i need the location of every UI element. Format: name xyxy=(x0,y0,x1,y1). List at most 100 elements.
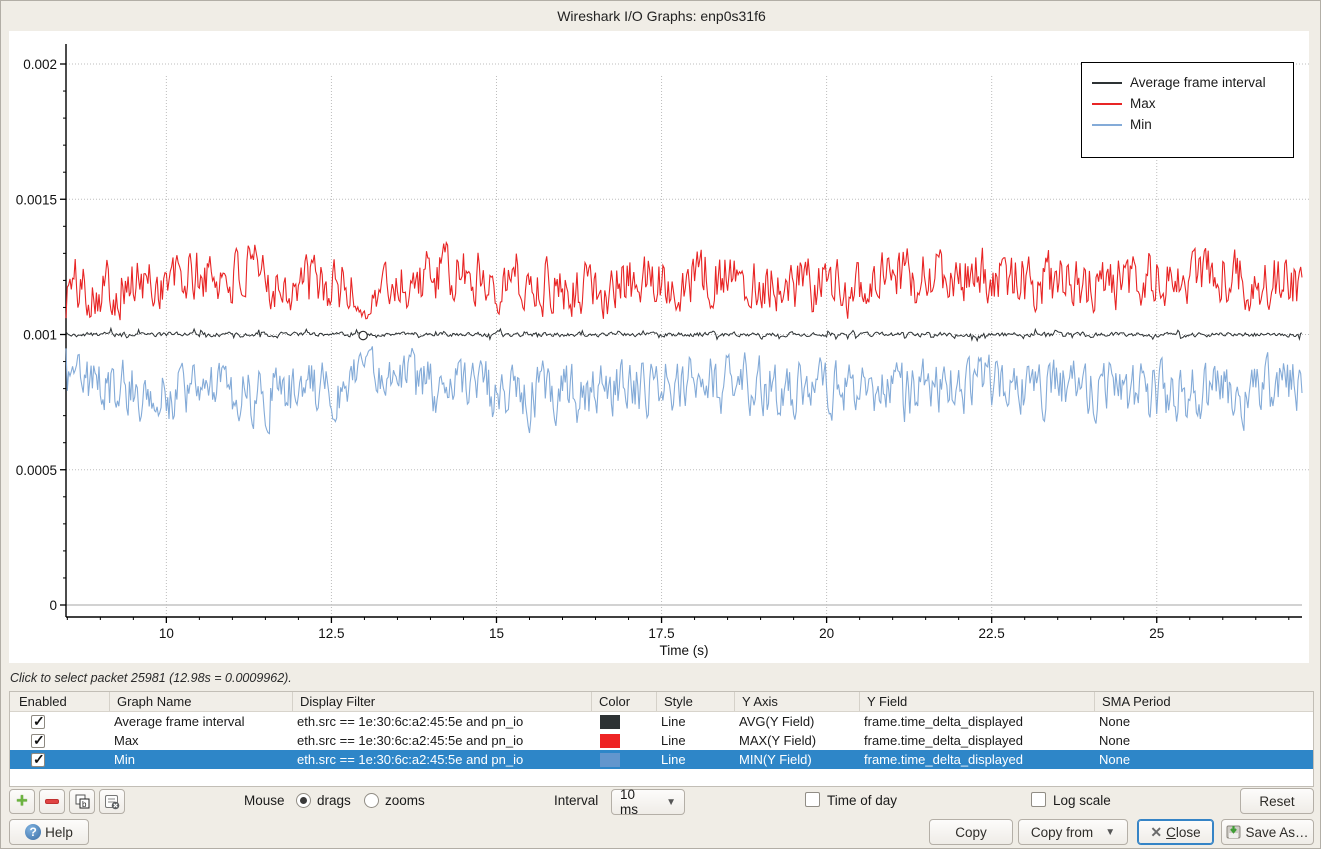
close-button-label: Close xyxy=(1166,825,1201,840)
enabled-checkbox[interactable] xyxy=(31,734,45,748)
cell-sma-period[interactable]: None xyxy=(1095,731,1313,750)
help-icon: ? xyxy=(25,824,41,840)
time-of-day-checkbox[interactable] xyxy=(805,792,820,807)
mouse-drags-radio[interactable] xyxy=(296,793,311,808)
help-button[interactable]: ? Help xyxy=(9,819,89,845)
save-as-button[interactable]: Save As… xyxy=(1221,819,1314,845)
log-scale-label[interactable]: Log scale xyxy=(1053,793,1111,808)
interval-dropdown[interactable]: 10 ms ▼ xyxy=(611,789,685,815)
cell-style[interactable]: Line xyxy=(657,731,735,750)
clear-graphs-button[interactable] xyxy=(99,789,125,814)
cell-display-filter[interactable]: eth.src == 1e:30:6c:a2:45:5e and pn_io xyxy=(293,712,592,731)
table-header-row: Enabled Graph Name Display Filter Color … xyxy=(10,692,1313,712)
col-header-display-filter[interactable]: Display Filter xyxy=(293,692,592,711)
col-header-y-axis[interactable]: Y Axis xyxy=(735,692,860,711)
cell-y-axis[interactable]: MAX(Y Field) xyxy=(735,731,860,750)
col-header-graph-name[interactable]: Graph Name xyxy=(110,692,293,711)
controls-row: + b Mouse drags zooms Interval 10 ms ▼ T… xyxy=(1,788,1321,815)
remove-graph-button[interactable] xyxy=(39,789,65,814)
table-row-max[interactable]: Max eth.src == 1e:30:6c:a2:45:5e and pn_… xyxy=(10,731,1313,750)
svg-text:0.001: 0.001 xyxy=(23,328,57,343)
cell-graph-name[interactable]: Average frame interval xyxy=(110,712,293,731)
enabled-checkbox[interactable] xyxy=(31,753,45,767)
close-x-icon: ✕ xyxy=(1150,824,1162,841)
svg-text:15: 15 xyxy=(489,626,504,641)
legend-entry-avg: Average frame interval xyxy=(1082,72,1293,93)
window-title: Wireshark I/O Graphs: enp0s31f6 xyxy=(1,1,1321,31)
cell-sma-period[interactable]: None xyxy=(1095,750,1313,769)
svg-text:17.5: 17.5 xyxy=(648,626,674,641)
svg-text:0.002: 0.002 xyxy=(23,57,57,72)
svg-text:0.0005: 0.0005 xyxy=(16,463,57,478)
series-min-line xyxy=(66,346,1302,433)
mouse-drags-label[interactable]: drags xyxy=(317,793,351,808)
svg-text:0.0015: 0.0015 xyxy=(16,192,57,207)
copy-button[interactable]: Copy xyxy=(929,819,1013,845)
copy-from-button[interactable]: Copy from ▼ xyxy=(1018,819,1128,845)
add-graph-button[interactable]: + xyxy=(9,789,35,814)
svg-text:25: 25 xyxy=(1149,626,1164,641)
svg-text:22.5: 22.5 xyxy=(979,626,1005,641)
col-header-y-field[interactable]: Y Field xyxy=(860,692,1095,711)
duplicate-graph-button[interactable]: b xyxy=(69,789,95,814)
cell-y-axis[interactable]: MIN(Y Field) xyxy=(735,750,860,769)
svg-text:12.5: 12.5 xyxy=(318,626,344,641)
cell-y-field[interactable]: frame.time_delta_displayed xyxy=(860,750,1095,769)
svg-text:20: 20 xyxy=(819,626,834,641)
legend-label-max: Max xyxy=(1130,96,1156,111)
save-as-label: Save As… xyxy=(1245,825,1308,840)
col-header-sma-period[interactable]: SMA Period xyxy=(1095,692,1313,711)
color-swatch[interactable] xyxy=(600,734,620,748)
col-header-color[interactable]: Color xyxy=(592,692,657,711)
svg-text:10: 10 xyxy=(159,626,174,641)
log-scale-checkbox[interactable] xyxy=(1031,792,1046,807)
table-row-avg[interactable]: Average frame interval eth.src == 1e:30:… xyxy=(10,712,1313,731)
col-header-enabled[interactable]: Enabled xyxy=(10,692,110,711)
color-swatch[interactable] xyxy=(600,753,620,767)
io-graph-plot[interactable]: 0 0.0005 0.001 0.0015 0.002 10 12.5 15 17.5 20 22.… xyxy=(9,31,1309,663)
mouse-zooms-radio[interactable] xyxy=(364,793,379,808)
reset-button[interactable]: Reset xyxy=(1240,788,1314,814)
cell-y-axis[interactable]: AVG(Y Field) xyxy=(735,712,860,731)
mouse-zooms-label[interactable]: zooms xyxy=(385,793,425,808)
legend-entry-max: Max xyxy=(1082,93,1293,114)
svg-text:b: b xyxy=(82,800,87,809)
clear-list-icon xyxy=(104,794,120,810)
chevron-down-icon: ▼ xyxy=(666,797,676,808)
interval-value: 10 ms xyxy=(620,787,654,817)
footer-row: ? Help Copy Copy from ▼ ✕ Close Save As… xyxy=(1,818,1321,846)
color-swatch[interactable] xyxy=(600,715,620,729)
cell-y-field[interactable]: frame.time_delta_displayed xyxy=(860,731,1095,750)
window-title-text: Wireshark I/O Graphs: enp0s31f6 xyxy=(557,8,766,24)
chevron-down-icon: ▼ xyxy=(1105,827,1115,838)
cell-display-filter[interactable]: eth.src == 1e:30:6c:a2:45:5e and pn_io xyxy=(293,731,592,750)
cell-y-field[interactable]: frame.time_delta_displayed xyxy=(860,712,1095,731)
cell-style[interactable]: Line xyxy=(657,712,735,731)
copy-icon: b xyxy=(75,794,90,809)
minus-icon xyxy=(45,799,59,804)
time-of-day-label[interactable]: Time of day xyxy=(827,793,897,808)
save-icon xyxy=(1226,824,1242,840)
enabled-checkbox[interactable] xyxy=(31,715,45,729)
col-header-style[interactable]: Style xyxy=(657,692,735,711)
legend-label-avg: Average frame interval xyxy=(1130,75,1266,90)
legend-label-min: Min xyxy=(1130,117,1152,132)
cell-graph-name[interactable]: Max xyxy=(110,731,293,750)
cell-style[interactable]: Line xyxy=(657,750,735,769)
help-button-label: Help xyxy=(45,825,73,840)
svg-text:0: 0 xyxy=(49,598,57,613)
hint-status-line: Click to select packet 25981 (12.98s = 0… xyxy=(10,667,1310,689)
legend-line-min xyxy=(1092,124,1122,126)
mouse-label: Mouse xyxy=(244,793,285,808)
graphs-table: Enabled Graph Name Display Filter Color … xyxy=(9,691,1314,787)
legend-line-max xyxy=(1092,103,1122,105)
legend-line-avg xyxy=(1092,82,1122,84)
cell-graph-name[interactable]: Min xyxy=(110,750,293,769)
cell-display-filter[interactable]: eth.src == 1e:30:6c:a2:45:5e and pn_io xyxy=(293,750,592,769)
selected-packet-marker[interactable] xyxy=(359,331,367,339)
x-axis-title: Time (s) xyxy=(66,643,1302,658)
plus-icon: + xyxy=(16,790,28,813)
close-button[interactable]: ✕ Close xyxy=(1137,819,1214,845)
cell-sma-period[interactable]: None xyxy=(1095,712,1313,731)
table-row-min-selected[interactable]: Min eth.src == 1e:30:6c:a2:45:5e and pn_… xyxy=(10,750,1313,769)
